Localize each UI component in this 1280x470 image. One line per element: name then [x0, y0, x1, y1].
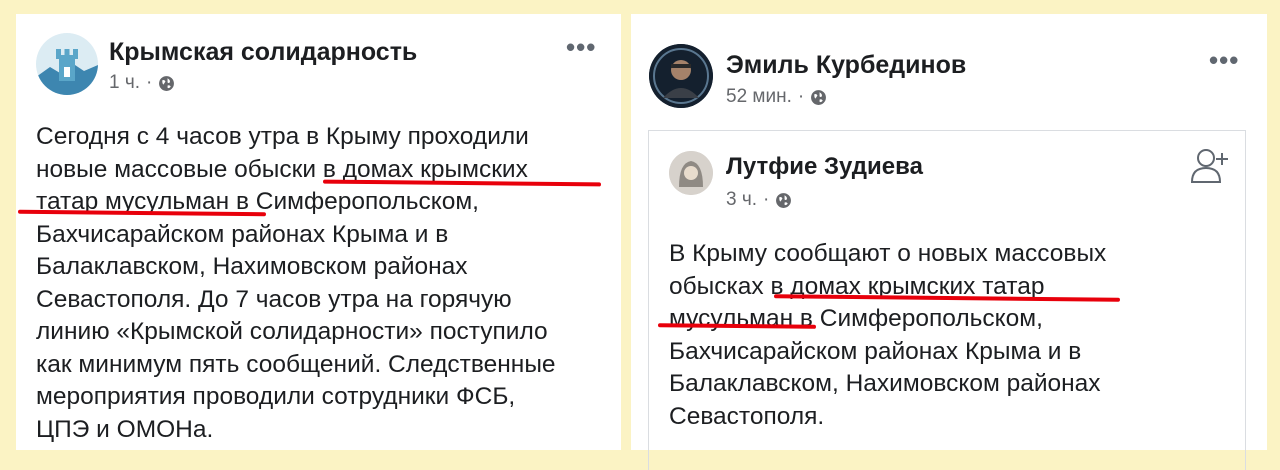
profile-photo-icon: [649, 44, 713, 108]
post-card-right: Эмиль Курбединов 52 мин. · ••• Лутфие Зу…: [631, 14, 1267, 470]
meta-separator: ·: [146, 72, 153, 93]
crimean-solidarity-logo-icon: [36, 33, 98, 95]
shared-post[interactable]: Лутфие Зудиева 3 ч. · В Крыму сообщают о…: [648, 130, 1246, 470]
avatar[interactable]: [669, 151, 713, 195]
post-meta: 1 ч. ·: [109, 72, 175, 94]
profile-photo-icon: [669, 151, 713, 195]
post-meta: 52 мин. ·: [726, 86, 827, 108]
globe-icon: [776, 192, 792, 208]
shared-post-text: В Крыму сообщают о новых массовых обыска…: [669, 240, 1107, 430]
globe-icon: [811, 89, 827, 105]
avatar[interactable]: [649, 44, 713, 108]
post-text: Сегодня с 4 часов утра в Крыму проходили…: [36, 123, 556, 443]
shared-post-timestamp[interactable]: 3 ч.: [726, 189, 757, 211]
more-horizontal-icon[interactable]: •••: [1209, 47, 1239, 73]
post-card-left: Крымская солидарность 1 ч. · ••• Сегодня…: [16, 14, 621, 450]
shared-post-author[interactable]: Лутфие Зудиева: [726, 153, 923, 181]
shared-post-meta: 3 ч. ·: [726, 189, 792, 211]
more-horizontal-icon[interactable]: •••: [566, 34, 596, 60]
post-author[interactable]: Крымская солидарность: [109, 38, 417, 67]
avatar[interactable]: [36, 33, 98, 95]
add-friend-icon[interactable]: [1190, 147, 1230, 185]
post-timestamp[interactable]: 1 ч.: [109, 72, 140, 94]
meta-separator: ·: [763, 189, 770, 210]
post-author[interactable]: Эмиль Курбединов: [726, 51, 966, 80]
post-timestamp[interactable]: 52 мин.: [726, 86, 792, 108]
meta-separator: ·: [797, 86, 805, 107]
globe-icon: [159, 75, 175, 91]
